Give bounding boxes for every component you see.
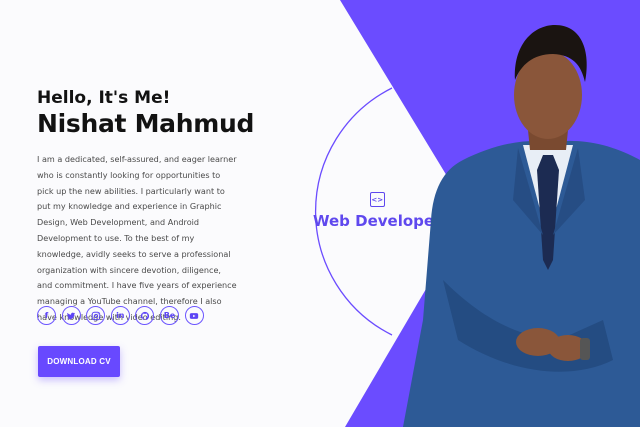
github-icon (140, 311, 149, 320)
instagram-link[interactable] (86, 306, 106, 325)
behance-link[interactable]: Be (159, 306, 179, 325)
github-link[interactable] (135, 306, 155, 325)
facebook-link[interactable]: f (37, 306, 56, 325)
twitter-icon (66, 312, 76, 319)
profile-photo (403, 25, 640, 427)
social-links: f in Be (37, 306, 204, 325)
youtube-icon (189, 312, 199, 319)
download-cv-button[interactable]: DOWNLOAD CV (38, 346, 120, 377)
intro-heading: Hello, It's Me! Nishat Mahmud (37, 88, 255, 139)
greeting-text: Hello, It's Me! (37, 88, 171, 108)
instagram-icon (91, 311, 100, 320)
facebook-icon: f (44, 311, 49, 320)
bio-paragraph: I am a dedicated, self-assured, and eage… (37, 154, 237, 322)
youtube-link[interactable] (184, 306, 204, 325)
linkedin-link[interactable]: in (110, 306, 130, 325)
code-icon: <> (369, 192, 385, 207)
linkedin-icon: in (116, 311, 125, 320)
twitter-link[interactable] (61, 306, 81, 325)
behance-icon: Be (163, 311, 176, 320)
person-name: Nishat Mahmud (37, 109, 255, 138)
